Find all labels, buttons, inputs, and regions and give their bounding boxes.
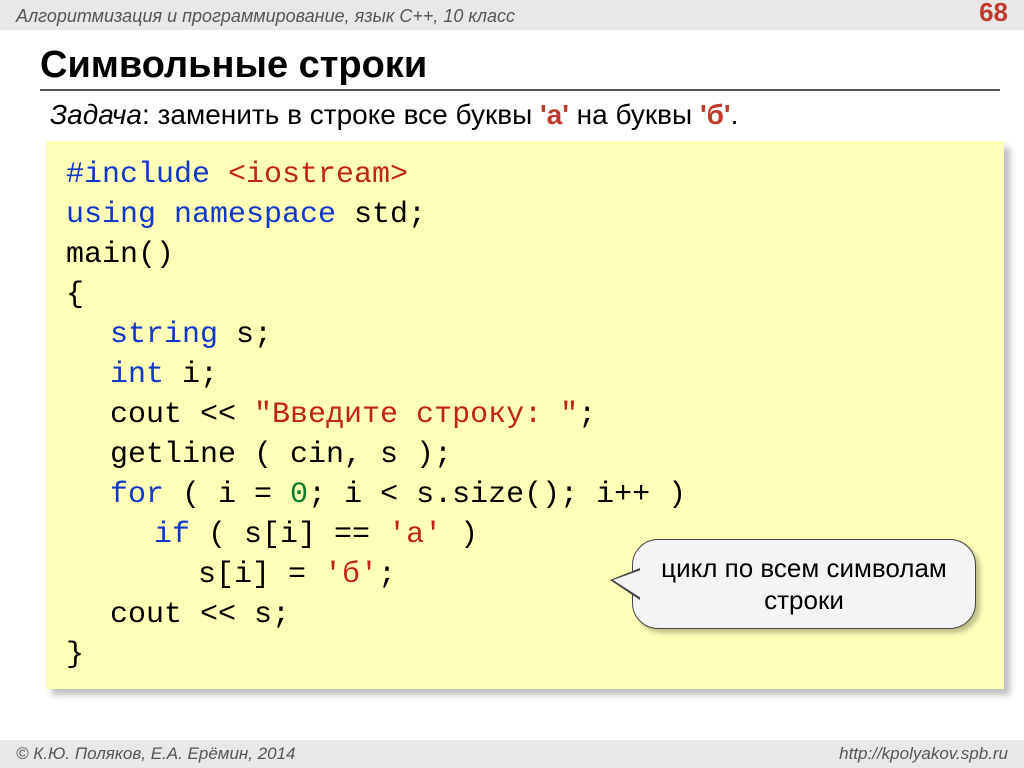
task-end: .	[731, 99, 739, 130]
code-line: {	[66, 275, 984, 315]
callout-bubble: цикл по всем символам строки	[632, 539, 976, 629]
footer-right: http://kpolyakov.spb.ru	[839, 740, 1008, 768]
header-bar: Алгоритмизация и программирование, язык …	[0, 0, 1024, 30]
slide-title: Символьные строки	[40, 44, 1000, 87]
callout-tail	[613, 570, 641, 598]
lit-a: 'а'	[540, 99, 569, 130]
lit-b: 'б'	[700, 99, 731, 130]
breadcrumb: Алгоритмизация и программирование, язык …	[16, 6, 515, 26]
code-block: #include <iostream> using namespace std;…	[46, 141, 1004, 689]
task-before: : заменить в строке все буквы	[142, 99, 540, 130]
title-rule	[40, 89, 1000, 91]
code-line: int i;	[66, 355, 984, 395]
code-line: getline ( cin, s );	[66, 435, 984, 475]
code-line: #include <iostream>	[66, 155, 984, 195]
task-mid: на буквы	[569, 99, 700, 130]
code-line: for ( i = 0; i < s.size(); i++ )	[66, 475, 984, 515]
code-line: main()	[66, 235, 984, 275]
code-line: cout << "Введите строку: ";	[66, 395, 984, 435]
callout-text: цикл по всем символам строки	[661, 553, 947, 615]
slide-content: Символьные строки Задача: заменить в стр…	[0, 30, 1024, 689]
code-line: using namespace std;	[66, 195, 984, 235]
task-label: Задача	[50, 99, 142, 130]
code-line: string s;	[66, 315, 984, 355]
footer-bar: © К.Ю. Поляков, Е.А. Ерёмин, 2014 http:/…	[0, 740, 1024, 768]
footer-left: © К.Ю. Поляков, Е.А. Ерёмин, 2014	[16, 740, 296, 768]
code-line: }	[66, 635, 984, 675]
page-number: 68	[979, 0, 1008, 26]
task-text: Задача: заменить в строке все буквы 'а' …	[50, 99, 1000, 131]
